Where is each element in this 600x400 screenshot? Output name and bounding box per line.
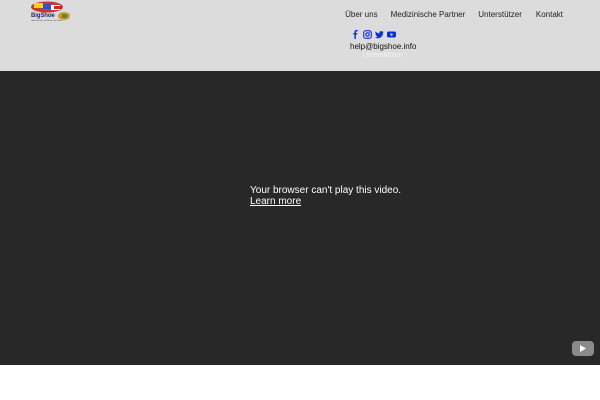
nav-item-ueber-uns[interactable]: Über uns (345, 10, 377, 20)
youtube-icon[interactable] (387, 30, 396, 39)
main-nav: Über uns Medizinische Partner Unterstütz… (345, 10, 563, 20)
nav-item-unterstuetzer[interactable]: Unterstützer (478, 10, 522, 20)
learn-more-link[interactable]: Learn more (250, 196, 301, 207)
play-icon (580, 345, 586, 352)
twitter-icon[interactable] (375, 30, 384, 39)
video-error-message: Your browser can't play this video. (250, 185, 402, 196)
site-header: BigShoe Gehe Schuhe auf Reisen für Kinde… (0, 0, 600, 71)
bigshoe-logo[interactable]: BigShoe Gehe Schuhe auf Reisen für Kinde… (28, 0, 70, 26)
logo-text: BigShoe (31, 13, 55, 19)
logo-tagline: Gehe Schuhe auf Reisen für Kinder (31, 20, 63, 22)
nav-item-medizinische-partner[interactable]: Medizinische Partner (391, 10, 466, 20)
social-links (351, 30, 396, 39)
unterstuetzen-link[interactable]: Unterstützen (363, 51, 403, 60)
facebook-icon[interactable] (351, 30, 360, 39)
instagram-icon[interactable] (363, 30, 372, 39)
video-player[interactable]: Your browser can't play this video. Lear… (0, 71, 600, 365)
youtube-play-button[interactable] (572, 341, 594, 356)
nav-item-kontakt[interactable]: Kontakt (536, 10, 563, 20)
